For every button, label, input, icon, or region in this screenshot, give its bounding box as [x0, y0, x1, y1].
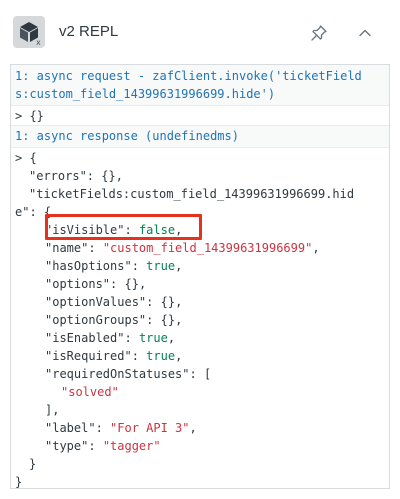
property-key: "hasOptions" — [45, 259, 132, 273]
property-sep: : — [131, 349, 147, 363]
request-line-2: s:custom_field_14399631996699.hide') — [15, 87, 276, 101]
array-close: ], — [45, 403, 60, 417]
property-key: "requiredOnStatuses" — [45, 367, 190, 381]
property-line: "isRequired": true, — [45, 347, 182, 365]
property-key: "isRequired" — [45, 349, 132, 363]
errors-key: "errors" — [29, 169, 87, 183]
app-header: x v2 REPL — [0, 0, 400, 64]
property-value: {} — [124, 277, 139, 291]
property-end: , — [175, 259, 183, 273]
type-key: "type" — [45, 439, 89, 453]
request-line-1: 1: async request - zafClient.invoke('tic… — [15, 69, 362, 83]
type-value: "tagger" — [102, 439, 161, 453]
property-key: "optionValues" — [45, 295, 147, 309]
errors-line: "errors": {}, — [29, 167, 123, 185]
property-value: true — [146, 349, 176, 363]
property-line: "optionGroups": {}, — [45, 311, 182, 329]
app-cube-icon: x — [13, 16, 45, 48]
property-line: "optionValues": {}, — [45, 293, 182, 311]
property-value: [ — [203, 367, 212, 381]
property-value: {} — [160, 295, 176, 309]
request-result: > {} — [15, 109, 44, 123]
field-close: } — [29, 457, 37, 471]
collapse-button[interactable] — [352, 20, 378, 46]
property-sep: : — [146, 313, 161, 327]
property-value: true — [146, 259, 176, 273]
property-value: {} — [160, 313, 176, 327]
property-line: "requiredOnStatuses": [ — [45, 365, 211, 383]
property-line: "options": {}, — [45, 275, 146, 293]
property-line: "hasOptions": true, — [45, 257, 182, 275]
property-sep: : — [131, 259, 147, 273]
property-key: "isEnabled" — [45, 331, 125, 345]
label-line: "label": "For API 3", — [45, 421, 197, 435]
chevron-up-icon — [359, 29, 371, 37]
pin-button[interactable] — [306, 20, 332, 46]
status-item: "solved" — [61, 383, 119, 401]
property-end: , — [175, 295, 183, 309]
field-key-line-1: "ticketFields:custom_field_1439963199669… — [29, 187, 355, 201]
property-line: "isEnabled": true, — [45, 329, 175, 347]
property-sep: : — [110, 277, 125, 291]
property-sep: : — [189, 367, 204, 381]
label-key: "label" — [45, 421, 96, 435]
request-entry: 1: async request - zafClient.invoke('tic… — [11, 65, 389, 125]
response-close: } — [15, 475, 23, 489]
highlight-box — [45, 214, 202, 240]
app-title: v2 REPL — [59, 23, 119, 40]
property-line: "name": "custom_field_14399631996699", — [45, 239, 320, 257]
app-badge: x — [36, 38, 41, 47]
property-key: "name" — [45, 241, 89, 255]
response-header: 1: async response (undefinedms) — [11, 126, 389, 148]
response-open: > { — [15, 151, 37, 165]
status-item-value: "solved" — [61, 385, 119, 399]
field-key-rest: e" — [15, 205, 30, 219]
errors-value: : {}, — [86, 169, 123, 183]
property-value: "custom_field_14399631996699" — [102, 241, 313, 255]
pin-icon — [311, 25, 327, 41]
property-end: , — [175, 313, 183, 327]
property-end: , — [167, 331, 176, 345]
property-sep: : — [88, 241, 103, 255]
request-header: 1: async request - zafClient.invoke('tic… — [11, 65, 389, 106]
label-value: "For API 3" — [110, 421, 190, 435]
property-end: , — [175, 349, 183, 363]
property-sep: : — [146, 295, 161, 309]
type-line: "type": "tagger" — [45, 439, 161, 453]
property-end: , — [312, 241, 320, 255]
response-header-text: 1: async response (undefinedms) — [15, 129, 239, 143]
repl-console: 1: async request - zafClient.invoke('tic… — [10, 64, 390, 489]
property-key: "optionGroups" — [45, 313, 147, 327]
property-sep: : — [124, 331, 139, 345]
property-key: "options" — [45, 277, 111, 291]
property-value: true — [138, 331, 168, 345]
property-end: , — [138, 277, 147, 291]
